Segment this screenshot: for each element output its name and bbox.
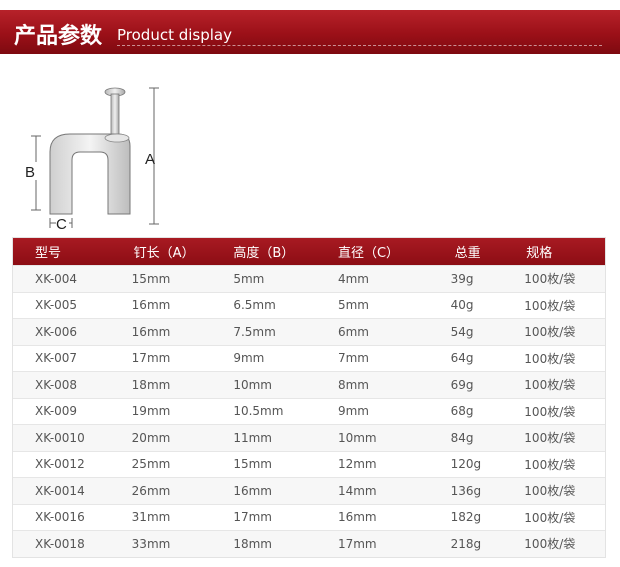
cell-height: 16mm bbox=[233, 483, 272, 498]
table-row: XK-0018 33mm 18mm 17mm 218g 100枚/袋 bbox=[13, 530, 605, 557]
cell-nail-length: 33mm bbox=[131, 536, 171, 551]
cell-weight: 120g bbox=[450, 457, 482, 472]
cell-spec: 100枚/袋 bbox=[524, 325, 576, 340]
cell-height: 15mm bbox=[233, 457, 272, 472]
header-height: 高度（B） bbox=[233, 246, 295, 261]
cell-weight: 218g bbox=[450, 536, 482, 551]
cell-height: 18mm bbox=[233, 536, 272, 551]
cell-nail-length: 19mm bbox=[131, 404, 171, 419]
banner-divider bbox=[117, 45, 602, 46]
dim-label-a: A bbox=[145, 151, 155, 168]
cell-weight: 136g bbox=[450, 483, 482, 498]
clip-body bbox=[49, 133, 131, 215]
cell-weight: 64g bbox=[450, 351, 474, 366]
header-spec: 规格 bbox=[526, 246, 553, 261]
cell-weight: 39g bbox=[450, 271, 474, 286]
cell-diameter: 7mm bbox=[337, 351, 369, 366]
cell-weight: 40g bbox=[450, 298, 474, 313]
cell-nail-length: 31mm bbox=[131, 510, 171, 525]
cell-nail-length: 17mm bbox=[131, 351, 171, 366]
cell-spec: 100枚/袋 bbox=[524, 378, 576, 393]
cell-model: XK-0012 bbox=[35, 457, 85, 472]
cell-spec: 100枚/袋 bbox=[524, 298, 576, 313]
cell-diameter: 5mm bbox=[337, 298, 369, 313]
cell-weight: 54g bbox=[450, 324, 474, 339]
cell-height: 7.5mm bbox=[233, 324, 276, 339]
cell-diameter: 16mm bbox=[337, 510, 377, 525]
cell-nail-length: 15mm bbox=[131, 271, 171, 286]
table-row: XK-0016 31mm 17mm 16mm 182g 100枚/袋 bbox=[13, 503, 605, 531]
cell-nail-length: 18mm bbox=[131, 377, 171, 392]
nail-clip-illustration: A B C bbox=[25, 87, 159, 233]
cell-spec: 100枚/袋 bbox=[524, 537, 576, 552]
cell-model: XK-004 bbox=[35, 271, 78, 286]
cell-model: XK-008 bbox=[35, 377, 78, 392]
banner-title-en: Product display bbox=[117, 26, 232, 44]
cell-diameter: 17mm bbox=[337, 536, 377, 551]
cell-spec: 100枚/袋 bbox=[524, 351, 576, 366]
cell-model: XK-0018 bbox=[35, 536, 85, 551]
cell-spec: 100枚/袋 bbox=[524, 484, 576, 499]
cell-nail-length: 16mm bbox=[131, 298, 171, 313]
cell-spec: 100枚/袋 bbox=[524, 431, 576, 446]
cell-model: XK-009 bbox=[35, 404, 78, 419]
spec-table: 型号 钉长（A） 高度（B） 直径（C） 总重 规格 XK-004 15mm 5mm… bbox=[12, 237, 606, 558]
cell-diameter: 4mm bbox=[337, 271, 369, 286]
cell-height: 11mm bbox=[233, 430, 272, 445]
table-row: XK-006 16mm 7.5mm 6mm 54g 100枚/袋 bbox=[13, 318, 605, 345]
table-row: XK-008 18mm 10mm 8mm 69g 100枚/袋 bbox=[13, 371, 605, 398]
cell-diameter: 10mm bbox=[337, 430, 377, 445]
cell-diameter: 14mm bbox=[337, 483, 377, 498]
cell-nail-length: 25mm bbox=[131, 457, 171, 472]
cell-weight: 68g bbox=[450, 404, 474, 419]
table-row: XK-007 17mm 9mm 7mm 64g 100枚/袋 bbox=[13, 344, 605, 372]
banner-title-cn: 产品参数 bbox=[14, 24, 103, 49]
cell-model: XK-006 bbox=[35, 324, 78, 339]
nail-clip-diagram: A B C bbox=[18, 80, 178, 233]
cell-diameter: 8mm bbox=[337, 377, 369, 392]
table-row: XK-0010 20mm 11mm 10mm 84g 100枚/袋 bbox=[13, 424, 605, 451]
header-model: 型号 bbox=[35, 246, 62, 261]
table-row: XK-004 15mm 5mm 4mm 39g 100枚/袋 bbox=[13, 265, 605, 292]
table-row: XK-0012 25mm 15mm 12mm 120g 100枚/袋 bbox=[13, 450, 605, 478]
cell-model: XK-005 bbox=[35, 298, 78, 313]
cell-model: XK-0010 bbox=[35, 430, 85, 445]
cell-model: XK-007 bbox=[35, 351, 78, 366]
cell-spec: 100枚/袋 bbox=[524, 457, 576, 472]
dim-label-c: C bbox=[56, 216, 67, 230]
cell-diameter: 6mm bbox=[337, 324, 369, 339]
cell-height: 5mm bbox=[233, 271, 265, 286]
cell-nail-length: 26mm bbox=[131, 483, 171, 498]
header-banner: 产品参数 Product display bbox=[0, 10, 620, 54]
cell-diameter: 9mm bbox=[337, 404, 369, 419]
cell-nail-length: 20mm bbox=[131, 430, 171, 445]
cell-height: 6.5mm bbox=[233, 298, 276, 313]
table-body: XK-004 15mm 5mm 4mm 39g 100枚/袋 XK-005 16mm 6.5mm… bbox=[13, 265, 605, 557]
table-row: XK-005 16mm 6.5mm 5mm 40g 100枚/袋 bbox=[13, 291, 605, 319]
header-diameter: 直径（C） bbox=[337, 246, 400, 261]
cell-weight: 69g bbox=[450, 377, 474, 392]
cell-height: 17mm bbox=[233, 510, 272, 525]
cell-height: 10.5mm bbox=[233, 404, 284, 419]
cell-model: XK-0014 bbox=[35, 483, 85, 498]
header-weight: 总重 bbox=[454, 246, 481, 261]
cell-spec: 100枚/袋 bbox=[524, 272, 576, 287]
cell-spec: 100枚/袋 bbox=[524, 404, 576, 419]
dim-label-b: B bbox=[25, 164, 35, 181]
table-row: XK-009 19mm 10.5mm 9mm 68g 100枚/袋 bbox=[13, 397, 605, 425]
cell-height: 10mm bbox=[233, 377, 272, 392]
cell-spec: 100枚/袋 bbox=[524, 510, 576, 525]
cell-diameter: 12mm bbox=[337, 457, 377, 472]
table-row: XK-0014 26mm 16mm 14mm 136g 100枚/袋 bbox=[13, 477, 605, 504]
cell-nail-length: 16mm bbox=[131, 324, 171, 339]
cell-weight: 84g bbox=[450, 430, 474, 445]
header-nail-length: 钉长（A） bbox=[133, 246, 195, 261]
table-header-row: 型号 钉长（A） 高度（B） 直径（C） 总重 规格 bbox=[13, 238, 605, 265]
cell-weight: 182g bbox=[450, 510, 482, 525]
cell-model: XK-0016 bbox=[35, 510, 85, 525]
cell-height: 9mm bbox=[233, 351, 265, 366]
clip-nail-boss bbox=[104, 133, 130, 143]
